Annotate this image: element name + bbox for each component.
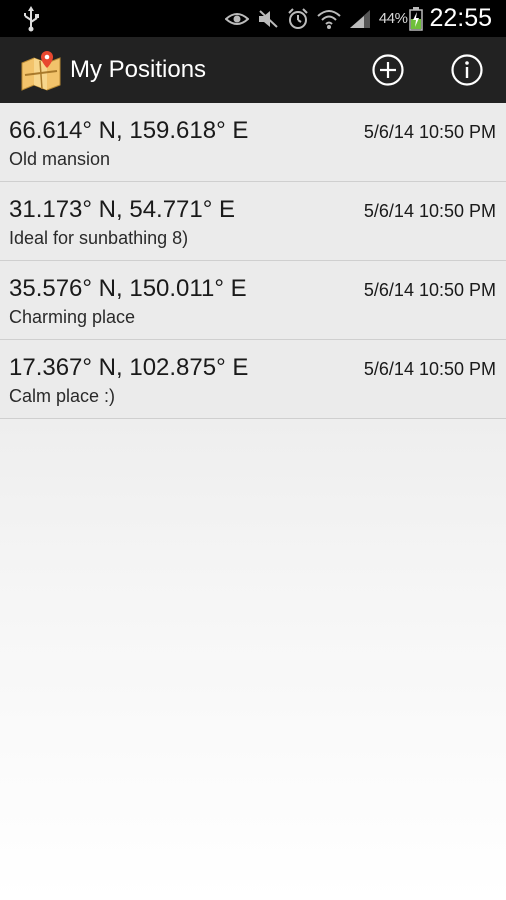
- list-item[interactable]: 66.614° N, 159.618° E 5/6/14 10:50 PM Ol…: [0, 103, 506, 182]
- positions-list: 66.614° N, 159.618° E 5/6/14 10:50 PM Ol…: [0, 103, 506, 900]
- position-description: Calm place :): [9, 386, 116, 406]
- battery-percent: 44%: [378, 10, 408, 27]
- app-map-icon[interactable]: [20, 49, 62, 91]
- list-item[interactable]: 35.576° N, 150.011° E 5/6/14 10:50 PM Ch…: [0, 261, 506, 340]
- eye-icon: [224, 10, 249, 28]
- battery-icon: [409, 6, 424, 31]
- position-date: 5/6/14 10:50 PM: [363, 201, 496, 221]
- mute-icon: [257, 9, 279, 29]
- app-title: My Positions: [70, 56, 207, 83]
- status-icons: 44% 22:55: [217, 0, 492, 37]
- wifi-icon: [317, 9, 341, 29]
- position-date: 5/6/14 10:50 PM: [363, 359, 496, 379]
- position-coords: 31.173° N, 54.771° E: [9, 196, 236, 223]
- info-icon: [451, 54, 483, 86]
- info-button[interactable]: [449, 52, 485, 88]
- action-bar: My Positions: [0, 37, 506, 103]
- position-date: 5/6/14 10:50 PM: [363, 280, 496, 300]
- position-description: Ideal for sunbathing 8): [9, 228, 189, 248]
- signal-icon: [349, 9, 371, 29]
- position-description: Charming place: [9, 307, 136, 327]
- list-item[interactable]: 17.367° N, 102.875° E 5/6/14 10:50 PM Ca…: [0, 340, 506, 419]
- position-coords: 35.576° N, 150.011° E: [9, 275, 247, 302]
- position-coords: 66.614° N, 159.618° E: [9, 117, 249, 144]
- position-coords: 17.367° N, 102.875° E: [9, 354, 249, 381]
- add-icon: [372, 54, 404, 86]
- position-description: Old mansion: [9, 149, 111, 169]
- add-button[interactable]: [370, 52, 406, 88]
- usb-icon: [20, 6, 42, 37]
- alarm-icon: [287, 7, 309, 30]
- position-date: 5/6/14 10:50 PM: [363, 122, 496, 142]
- list-item[interactable]: 31.173° N, 54.771° E 5/6/14 10:50 PM Ide…: [0, 182, 506, 261]
- clock: 22:55: [429, 4, 492, 32]
- status-bar: 44% 22:55: [0, 0, 506, 37]
